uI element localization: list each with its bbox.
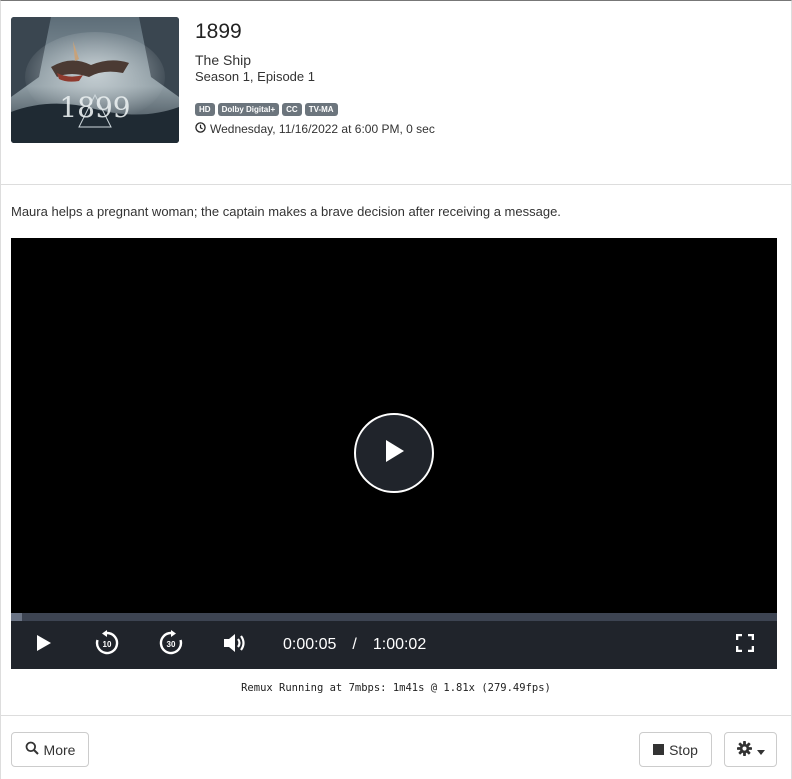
rewind-button[interactable]: 10: [91, 621, 123, 669]
progress-fill: [11, 613, 22, 621]
gear-icon: [736, 740, 752, 759]
progress-bar[interactable]: [11, 613, 777, 621]
caret-down-icon: [756, 742, 765, 758]
more-button[interactable]: More: [11, 732, 89, 767]
show-title: 1899: [195, 20, 242, 43]
rewind-10-icon: 10: [94, 629, 120, 661]
episode-name: The Ship: [195, 52, 252, 68]
current-time: 0:00:05: [283, 636, 337, 653]
forward-30-icon: 30: [158, 629, 184, 661]
badge-hd: HD: [195, 103, 215, 116]
volume-button[interactable]: [219, 621, 251, 669]
duration: 1:00:02: [372, 636, 427, 653]
rewind-label: 10: [103, 640, 112, 649]
search-icon: [25, 741, 39, 758]
stop-icon: [653, 742, 665, 758]
time-separator: /: [352, 636, 357, 653]
volume-icon: [222, 632, 248, 659]
video-player[interactable]: 10 30 0:00:05 / 1:00:02: [11, 238, 777, 669]
stop-button[interactable]: Stop: [639, 732, 712, 767]
stop-label: Stop: [669, 741, 698, 758]
media-badges: HD Dolby Digital+ CC TV-MA: [195, 103, 435, 116]
badge-audio: Dolby Digital+: [217, 103, 280, 116]
episode-header: 1899 1899 The Ship Season 1, Episode 1 H…: [11, 17, 781, 147]
badge-cc: CC: [282, 103, 302, 116]
episode-summary: Maura helps a pregnant woman; the captai…: [11, 204, 561, 219]
settings-dropdown-button[interactable]: [724, 732, 777, 767]
episode-meta: 1899 The Ship Season 1, Episode 1 HD Dol…: [195, 17, 435, 136]
time-display: 0:00:05 / 1:00:02: [283, 621, 426, 669]
poster-image: 1899: [11, 17, 179, 143]
more-label: More: [43, 741, 76, 758]
play-icon: [383, 439, 405, 468]
clock-icon: [195, 122, 206, 136]
transcode-status: Remux Running at 7mbps: 1m41s @ 1.81x (2…: [241, 682, 551, 694]
play-button[interactable]: [29, 621, 59, 669]
badge-rating: TV-MA: [304, 103, 338, 116]
divider: [0, 715, 792, 716]
episode-number: Season 1, Episode 1: [195, 69, 315, 84]
play-icon: [36, 634, 52, 657]
air-date-text: Wednesday, 11/16/2022 at 6:00 PM, 0 sec: [210, 122, 435, 136]
air-date: Wednesday, 11/16/2022 at 6:00 PM, 0 sec: [195, 122, 435, 136]
forward-button[interactable]: 30: [155, 621, 187, 669]
divider: [0, 184, 792, 185]
big-play-button[interactable]: [354, 413, 434, 493]
player-controls: 10 30 0:00:05 / 1:00:02: [11, 621, 777, 669]
forward-label: 30: [167, 640, 176, 649]
fullscreen-button[interactable]: [729, 621, 761, 669]
poster-title: 1899: [59, 91, 130, 124]
fullscreen-icon: [735, 633, 755, 657]
